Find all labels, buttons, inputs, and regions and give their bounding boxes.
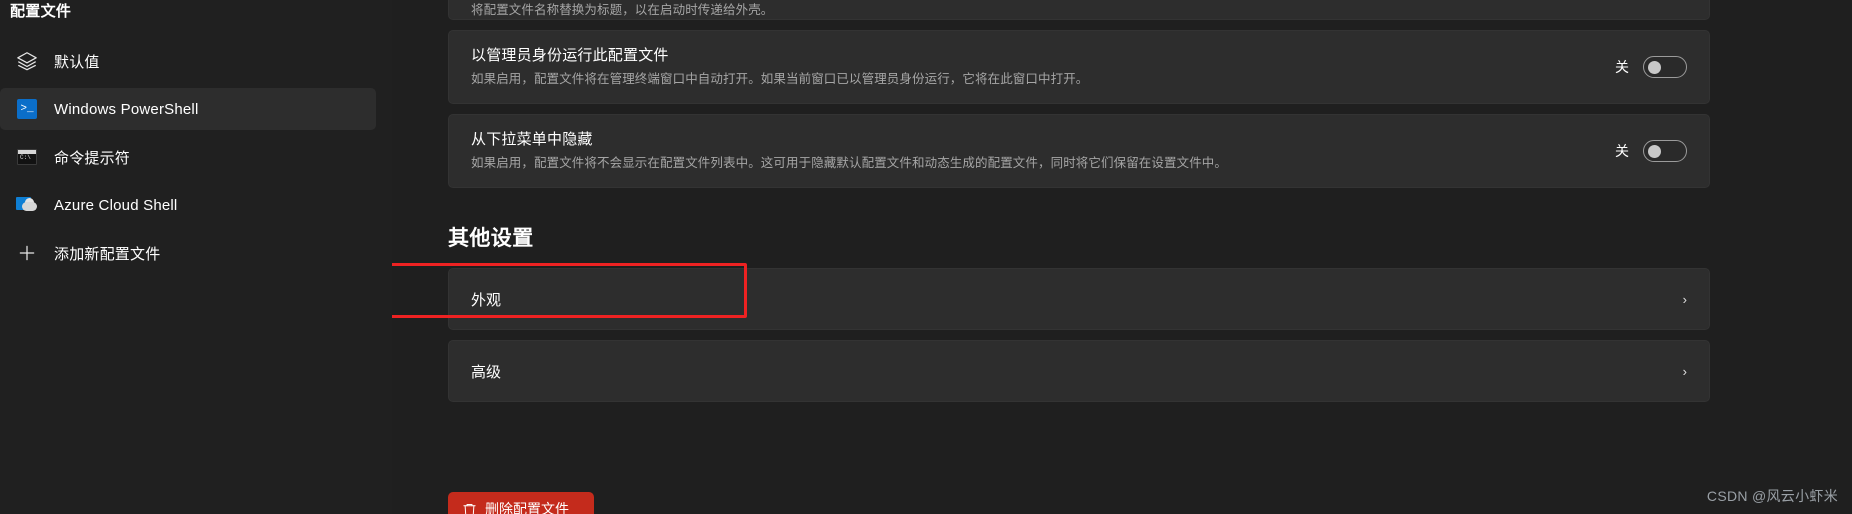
delete-profile-label: 删除配置文件	[485, 501, 569, 514]
azure-cloud-shell-icon	[10, 196, 44, 214]
run-as-administrator-toggle-group[interactable]: 关	[1615, 56, 1687, 78]
sidebar-item-defaults[interactable]: 默认值	[0, 40, 376, 82]
settings-main: 将配置文件名称替换为标题，以在启动时传递给外壳。 以管理员身份运行此配置文件 如…	[392, 0, 1852, 514]
hide-from-dropdown-toggle[interactable]	[1643, 140, 1687, 162]
sidebar-item-command-prompt[interactable]: C:\ 命令提示符	[0, 136, 376, 178]
other-settings-heading: 其他设置	[448, 227, 534, 250]
plus-icon	[10, 243, 44, 263]
delete-profile-button[interactable]: 删除配置文件	[448, 492, 594, 514]
hide-from-dropdown-toggle-group[interactable]: 关	[1615, 140, 1687, 162]
chevron-right-icon: ›	[1682, 363, 1687, 379]
card-description: 如果启用，配置文件将不会显示在配置文件列表中。这可用于隐藏默认配置文件和动态生成…	[471, 156, 1228, 170]
run-as-administrator-toggle[interactable]	[1643, 56, 1687, 78]
chevron-right-icon: ›	[1682, 291, 1687, 307]
profiles-sidebar: 配置文件 默认值 >_ Windows PowerShell C:\ 命令提示符…	[0, 0, 392, 514]
layers-icon	[10, 50, 44, 72]
toggle-state-label: 关	[1615, 59, 1629, 75]
sidebar-item-windows-powershell[interactable]: >_ Windows PowerShell	[0, 88, 376, 130]
sidebar-item-add-new-profile[interactable]: 添加新配置文件	[0, 232, 376, 274]
advanced-label: 高级	[471, 363, 502, 381]
sidebar-item-label: 默认值	[54, 53, 100, 71]
toggle-knob	[1648, 145, 1661, 158]
cmd-glyph: C:\	[20, 154, 31, 161]
card-title: 从下拉菜单中隐藏	[471, 131, 593, 148]
settings-window: 配置文件 默认值 >_ Windows PowerShell C:\ 命令提示符…	[0, 0, 1852, 514]
powershell-icon: >_	[10, 99, 44, 119]
trash-icon	[462, 502, 477, 514]
appearance-label: 外观	[471, 291, 502, 309]
sidebar-item-label: Azure Cloud Shell	[54, 196, 178, 214]
sidebar-item-label: Windows PowerShell	[54, 100, 199, 118]
sidebar-item-label: 添加新配置文件	[54, 245, 161, 263]
sidebar-item-label: 命令提示符	[54, 149, 131, 167]
toggle-state-label: 关	[1615, 143, 1629, 159]
card-description: 将配置文件名称替换为标题，以在启动时传递给外壳。	[471, 3, 774, 17]
settings-content: 将配置文件名称替换为标题，以在启动时传递给外壳。 以管理员身份运行此配置文件 如…	[448, 0, 1710, 412]
sidebar-nav: 默认值 >_ Windows PowerShell C:\ 命令提示符 Azur…	[0, 40, 392, 274]
watermark-text: CSDN @风云小虾米	[1706, 488, 1838, 504]
sidebar-title: 配置文件	[10, 3, 72, 20]
hide-from-dropdown-card[interactable]: 从下拉菜单中隐藏 如果启用，配置文件将不会显示在配置文件列表中。这可用于隐藏默认…	[448, 114, 1710, 188]
card-title: 以管理员身份运行此配置文件	[471, 47, 669, 64]
advanced-link-card[interactable]: 高级 ›	[448, 340, 1710, 402]
card-description: 如果启用，配置文件将在管理终端窗口中自动打开。如果当前窗口已以管理员身份运行，它…	[471, 72, 1089, 86]
command-prompt-icon: C:\	[10, 149, 44, 165]
sidebar-item-azure-cloud-shell[interactable]: Azure Cloud Shell	[0, 184, 376, 226]
toggle-knob	[1648, 61, 1661, 74]
run-as-administrator-card[interactable]: 以管理员身份运行此配置文件 如果启用，配置文件将在管理终端窗口中自动打开。如果当…	[448, 30, 1710, 104]
appearance-link-card[interactable]: 外观 ›	[448, 268, 1710, 330]
title-setting-card-partial[interactable]: 将配置文件名称替换为标题，以在启动时传递给外壳。	[448, 0, 1710, 20]
powershell-glyph: >_	[17, 99, 37, 119]
